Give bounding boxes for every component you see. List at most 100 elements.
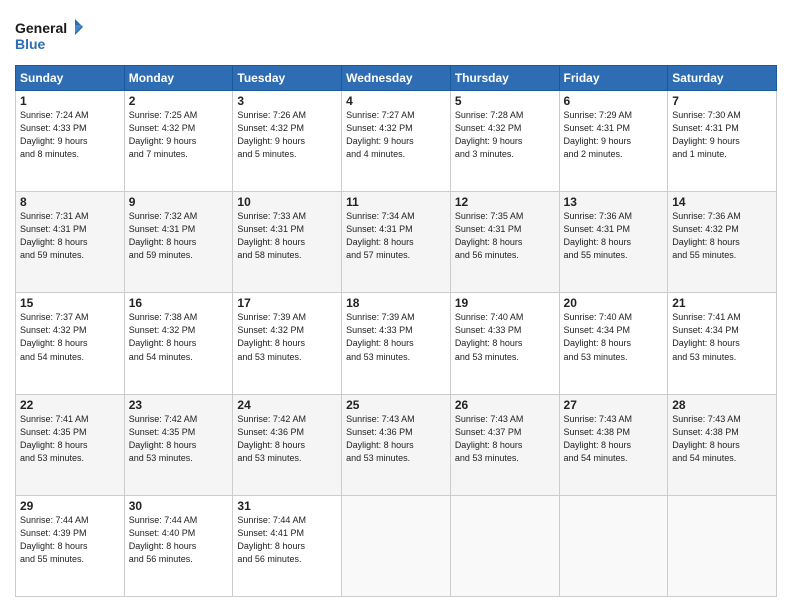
calendar-cell: 15Sunrise: 7:37 AM Sunset: 4:32 PM Dayli… — [16, 293, 125, 394]
weekday-header-monday: Monday — [124, 66, 233, 91]
calendar-cell: 4Sunrise: 7:27 AM Sunset: 4:32 PM Daylig… — [342, 91, 451, 192]
day-info: Sunrise: 7:26 AM Sunset: 4:32 PM Dayligh… — [237, 109, 337, 161]
day-number: 9 — [129, 195, 229, 209]
day-info: Sunrise: 7:42 AM Sunset: 4:36 PM Dayligh… — [237, 413, 337, 465]
day-number: 4 — [346, 94, 446, 108]
day-number: 10 — [237, 195, 337, 209]
day-number: 18 — [346, 296, 446, 310]
day-number: 15 — [20, 296, 120, 310]
calendar-week-5: 29Sunrise: 7:44 AM Sunset: 4:39 PM Dayli… — [16, 495, 777, 596]
calendar-cell — [342, 495, 451, 596]
day-number: 24 — [237, 398, 337, 412]
calendar-cell — [668, 495, 777, 596]
day-number: 31 — [237, 499, 337, 513]
calendar-cell: 5Sunrise: 7:28 AM Sunset: 4:32 PM Daylig… — [450, 91, 559, 192]
day-number: 30 — [129, 499, 229, 513]
calendar-cell: 20Sunrise: 7:40 AM Sunset: 4:34 PM Dayli… — [559, 293, 668, 394]
day-info: Sunrise: 7:41 AM Sunset: 4:34 PM Dayligh… — [672, 311, 772, 363]
calendar-cell: 2Sunrise: 7:25 AM Sunset: 4:32 PM Daylig… — [124, 91, 233, 192]
day-info: Sunrise: 7:28 AM Sunset: 4:32 PM Dayligh… — [455, 109, 555, 161]
header: General Blue — [15, 15, 777, 55]
calendar-cell: 12Sunrise: 7:35 AM Sunset: 4:31 PM Dayli… — [450, 192, 559, 293]
day-number: 27 — [564, 398, 664, 412]
calendar-cell: 14Sunrise: 7:36 AM Sunset: 4:32 PM Dayli… — [668, 192, 777, 293]
day-number: 13 — [564, 195, 664, 209]
day-number: 29 — [20, 499, 120, 513]
calendar-cell: 30Sunrise: 7:44 AM Sunset: 4:40 PM Dayli… — [124, 495, 233, 596]
calendar-cell: 19Sunrise: 7:40 AM Sunset: 4:33 PM Dayli… — [450, 293, 559, 394]
calendar-cell: 18Sunrise: 7:39 AM Sunset: 4:33 PM Dayli… — [342, 293, 451, 394]
day-info: Sunrise: 7:37 AM Sunset: 4:32 PM Dayligh… — [20, 311, 120, 363]
day-number: 25 — [346, 398, 446, 412]
calendar-cell: 31Sunrise: 7:44 AM Sunset: 4:41 PM Dayli… — [233, 495, 342, 596]
day-info: Sunrise: 7:44 AM Sunset: 4:40 PM Dayligh… — [129, 514, 229, 566]
calendar-cell: 3Sunrise: 7:26 AM Sunset: 4:32 PM Daylig… — [233, 91, 342, 192]
day-number: 14 — [672, 195, 772, 209]
day-info: Sunrise: 7:43 AM Sunset: 4:36 PM Dayligh… — [346, 413, 446, 465]
day-info: Sunrise: 7:36 AM Sunset: 4:31 PM Dayligh… — [564, 210, 664, 262]
calendar-cell: 22Sunrise: 7:41 AM Sunset: 4:35 PM Dayli… — [16, 394, 125, 495]
calendar-cell: 29Sunrise: 7:44 AM Sunset: 4:39 PM Dayli… — [16, 495, 125, 596]
calendar-cell: 11Sunrise: 7:34 AM Sunset: 4:31 PM Dayli… — [342, 192, 451, 293]
day-number: 20 — [564, 296, 664, 310]
day-info: Sunrise: 7:24 AM Sunset: 4:33 PM Dayligh… — [20, 109, 120, 161]
calendar-cell: 26Sunrise: 7:43 AM Sunset: 4:37 PM Dayli… — [450, 394, 559, 495]
day-number: 21 — [672, 296, 772, 310]
calendar-cell: 10Sunrise: 7:33 AM Sunset: 4:31 PM Dayli… — [233, 192, 342, 293]
day-info: Sunrise: 7:43 AM Sunset: 4:38 PM Dayligh… — [672, 413, 772, 465]
day-info: Sunrise: 7:40 AM Sunset: 4:33 PM Dayligh… — [455, 311, 555, 363]
calendar-cell: 27Sunrise: 7:43 AM Sunset: 4:38 PM Dayli… — [559, 394, 668, 495]
calendar-cell: 1Sunrise: 7:24 AM Sunset: 4:33 PM Daylig… — [16, 91, 125, 192]
day-info: Sunrise: 7:41 AM Sunset: 4:35 PM Dayligh… — [20, 413, 120, 465]
day-info: Sunrise: 7:34 AM Sunset: 4:31 PM Dayligh… — [346, 210, 446, 262]
day-number: 5 — [455, 94, 555, 108]
day-info: Sunrise: 7:39 AM Sunset: 4:32 PM Dayligh… — [237, 311, 337, 363]
page: General Blue SundayMondayTuesdayWednesda… — [0, 0, 792, 612]
day-info: Sunrise: 7:43 AM Sunset: 4:37 PM Dayligh… — [455, 413, 555, 465]
day-info: Sunrise: 7:36 AM Sunset: 4:32 PM Dayligh… — [672, 210, 772, 262]
calendar-cell: 24Sunrise: 7:42 AM Sunset: 4:36 PM Dayli… — [233, 394, 342, 495]
day-info: Sunrise: 7:44 AM Sunset: 4:41 PM Dayligh… — [237, 514, 337, 566]
weekday-header-wednesday: Wednesday — [342, 66, 451, 91]
calendar-cell: 9Sunrise: 7:32 AM Sunset: 4:31 PM Daylig… — [124, 192, 233, 293]
calendar-header-row: SundayMondayTuesdayWednesdayThursdayFrid… — [16, 66, 777, 91]
weekday-header-saturday: Saturday — [668, 66, 777, 91]
calendar-cell: 23Sunrise: 7:42 AM Sunset: 4:35 PM Dayli… — [124, 394, 233, 495]
calendar-cell: 6Sunrise: 7:29 AM Sunset: 4:31 PM Daylig… — [559, 91, 668, 192]
svg-text:General: General — [15, 20, 67, 36]
day-number: 23 — [129, 398, 229, 412]
calendar-cell: 16Sunrise: 7:38 AM Sunset: 4:32 PM Dayli… — [124, 293, 233, 394]
day-number: 22 — [20, 398, 120, 412]
day-info: Sunrise: 7:32 AM Sunset: 4:31 PM Dayligh… — [129, 210, 229, 262]
weekday-header-friday: Friday — [559, 66, 668, 91]
day-number: 19 — [455, 296, 555, 310]
logo-svg: General Blue — [15, 15, 85, 55]
calendar-cell: 21Sunrise: 7:41 AM Sunset: 4:34 PM Dayli… — [668, 293, 777, 394]
day-number: 6 — [564, 94, 664, 108]
logo: General Blue — [15, 15, 85, 55]
day-number: 7 — [672, 94, 772, 108]
calendar-cell: 7Sunrise: 7:30 AM Sunset: 4:31 PM Daylig… — [668, 91, 777, 192]
calendar-week-4: 22Sunrise: 7:41 AM Sunset: 4:35 PM Dayli… — [16, 394, 777, 495]
day-info: Sunrise: 7:35 AM Sunset: 4:31 PM Dayligh… — [455, 210, 555, 262]
calendar-week-3: 15Sunrise: 7:37 AM Sunset: 4:32 PM Dayli… — [16, 293, 777, 394]
calendar-cell: 8Sunrise: 7:31 AM Sunset: 4:31 PM Daylig… — [16, 192, 125, 293]
day-info: Sunrise: 7:42 AM Sunset: 4:35 PM Dayligh… — [129, 413, 229, 465]
day-number: 2 — [129, 94, 229, 108]
day-number: 11 — [346, 195, 446, 209]
day-number: 28 — [672, 398, 772, 412]
day-number: 12 — [455, 195, 555, 209]
calendar-cell: 13Sunrise: 7:36 AM Sunset: 4:31 PM Dayli… — [559, 192, 668, 293]
calendar-week-2: 8Sunrise: 7:31 AM Sunset: 4:31 PM Daylig… — [16, 192, 777, 293]
day-info: Sunrise: 7:25 AM Sunset: 4:32 PM Dayligh… — [129, 109, 229, 161]
day-number: 16 — [129, 296, 229, 310]
weekday-header-tuesday: Tuesday — [233, 66, 342, 91]
calendar-body: 1Sunrise: 7:24 AM Sunset: 4:33 PM Daylig… — [16, 91, 777, 597]
calendar-cell: 25Sunrise: 7:43 AM Sunset: 4:36 PM Dayli… — [342, 394, 451, 495]
day-number: 1 — [20, 94, 120, 108]
day-number: 26 — [455, 398, 555, 412]
day-info: Sunrise: 7:40 AM Sunset: 4:34 PM Dayligh… — [564, 311, 664, 363]
calendar-cell: 28Sunrise: 7:43 AM Sunset: 4:38 PM Dayli… — [668, 394, 777, 495]
day-info: Sunrise: 7:39 AM Sunset: 4:33 PM Dayligh… — [346, 311, 446, 363]
day-number: 17 — [237, 296, 337, 310]
